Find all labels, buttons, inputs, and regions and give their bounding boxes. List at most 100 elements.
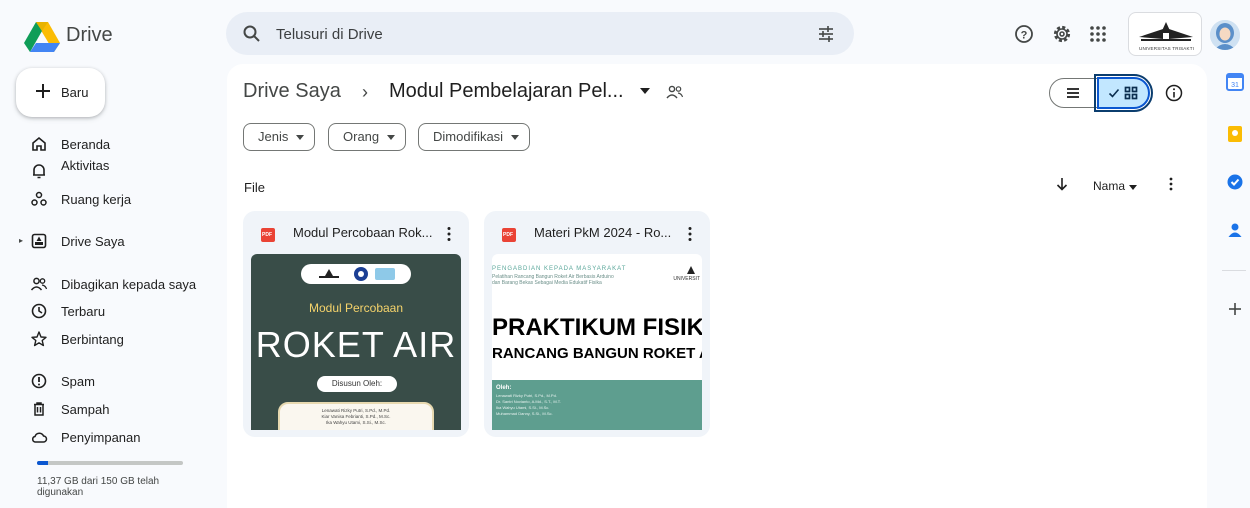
file-title[interactable]: Modul Percobaan Rok... xyxy=(293,225,443,240)
breadcrumb-current-folder[interactable]: Modul Pembelajaran Pel... xyxy=(389,80,624,103)
sidebar-item-ruang-kerja[interactable]: Ruang kerja xyxy=(16,186,216,212)
thumbnail-author: Muhammad Danny, S.Si., M.Sc. xyxy=(496,411,553,416)
chevron-down-icon xyxy=(387,135,396,140)
organization-logo[interactable]: UNIVERSITAS TRISAKTI xyxy=(1128,12,1202,56)
sidebar-item-sampah[interactable]: Sampah xyxy=(16,396,216,422)
search-input[interactable] xyxy=(276,22,796,46)
tasks-icon[interactable] xyxy=(1226,173,1244,191)
grid-view-button[interactable] xyxy=(1094,74,1153,112)
sidebar-item-beranda[interactable]: Beranda xyxy=(16,131,216,157)
spam-report-icon xyxy=(31,373,47,389)
thumbnail-author-label: Oleh: xyxy=(496,385,512,391)
file-type-badge: PDF xyxy=(503,232,513,238)
sidebar-item-label: Berbintang xyxy=(61,332,124,347)
help-icon[interactable]: ? xyxy=(1014,24,1034,44)
thumbnail-university: UNIVERSIT xyxy=(673,276,700,282)
sidebar-item-label: Ruang kerja xyxy=(61,192,132,207)
new-button[interactable]: Baru xyxy=(16,68,105,117)
more-vert-icon[interactable] xyxy=(1163,176,1179,192)
more-vert-icon[interactable] xyxy=(682,225,698,243)
account-avatar[interactable] xyxy=(1210,20,1240,50)
sidebar-item-dibagikan[interactable]: Dibagikan kepada saya xyxy=(16,271,216,297)
sidebar-item-label: Aktivitas xyxy=(61,158,110,173)
new-button-label: Baru xyxy=(61,85,89,100)
contacts-icon[interactable] xyxy=(1226,221,1244,239)
svg-text:31: 31 xyxy=(1231,82,1239,89)
sidebar-item-aktivitas[interactable]: Aktivitas xyxy=(16,158,216,184)
more-vert-icon[interactable] xyxy=(441,225,457,243)
side-panel-divider xyxy=(1222,270,1246,271)
svg-text:?: ? xyxy=(1021,30,1028,42)
thumbnail-subheading-line: dan Barang Bekas Sebagai Media Edukatif … xyxy=(492,280,602,286)
drive-logo-icon[interactable] xyxy=(24,18,60,54)
sort-direction-arrow-icon[interactable] xyxy=(1054,176,1070,192)
settings-icon[interactable] xyxy=(1052,24,1072,44)
user-photo-icon xyxy=(1210,20,1240,50)
sidebar-item-label: Dibagikan kepada saya xyxy=(61,277,197,292)
sidebar-item-terbaru[interactable]: Terbaru xyxy=(16,298,216,324)
thumbnail-authors: Lenawati Rizky Putri, S.Pd., M.Pd. Kiar … xyxy=(278,402,434,430)
workspaces-icon xyxy=(31,191,47,206)
calendar-icon[interactable]: 31 xyxy=(1226,73,1244,91)
cloud-icon xyxy=(31,432,48,443)
filter-tune-icon[interactable] xyxy=(816,24,836,44)
breadcrumb-root[interactable]: Drive Saya xyxy=(243,80,341,103)
app-name[interactable]: Drive xyxy=(66,24,113,47)
thumbnail-authors: Lenawati Rizky Putri, S.Pd., M.Pd. Dr. S… xyxy=(496,393,561,417)
sidebar-item-drive-saya[interactable]: ▸ Drive Saya xyxy=(16,228,216,254)
chevron-down-icon xyxy=(296,135,305,140)
expand-caret-icon[interactable]: ▸ xyxy=(19,236,23,245)
sort-by-name-button[interactable]: Nama xyxy=(1093,179,1125,193)
info-icon[interactable] xyxy=(1164,83,1184,103)
sidebar-item-spam[interactable]: Spam xyxy=(16,368,216,394)
folder-dropdown-icon[interactable] xyxy=(639,86,651,96)
list-view-button[interactable] xyxy=(1050,79,1098,107)
star-icon xyxy=(31,331,47,347)
filter-chip-orang[interactable]: Orang xyxy=(328,123,407,151)
thumbnail-title: PRAKTIKUM FISIK xyxy=(492,314,702,341)
file-type-badge: PDF xyxy=(262,232,272,238)
sidebar-item-label: Drive Saya xyxy=(61,234,125,249)
pdf-file-icon: PDF xyxy=(261,228,275,242)
shared-people-icon xyxy=(30,277,48,291)
filter-chip-jenis[interactable]: Jenis xyxy=(243,123,316,151)
organization-logo-text: UNIVERSITAS TRISAKTI xyxy=(1139,46,1195,51)
file-thumbnail[interactable]: PENGABDIAN KEPADA MASYARAKAT Pelatihan R… xyxy=(492,254,702,430)
keep-icon[interactable] xyxy=(1226,125,1244,143)
search-icon[interactable] xyxy=(242,24,262,44)
sidebar-item-penyimpanan[interactable]: Penyimpanan xyxy=(16,424,216,450)
my-drive-icon xyxy=(31,233,47,249)
search-bar[interactable] xyxy=(226,12,854,55)
sidebar-item-berbintang[interactable]: Berbintang xyxy=(16,326,216,352)
file-thumbnail[interactable]: Modul Percobaan ROKET AIR Disusun Oleh: … xyxy=(251,254,461,430)
file-card[interactable]: PDF Materi PkM 2024 - Ro... PENGABDIAN K… xyxy=(484,211,710,437)
storage-usage-text: 11,37 GB dari 150 GB telah digunakan xyxy=(37,476,160,498)
plus-icon xyxy=(36,84,50,98)
clock-icon xyxy=(31,303,47,319)
storage-usage-fill xyxy=(37,461,49,465)
home-icon xyxy=(32,136,46,151)
chevron-down-icon[interactable] xyxy=(1129,185,1137,190)
add-icon[interactable] xyxy=(1226,300,1244,318)
section-label-files: File xyxy=(244,180,265,195)
breadcrumb-separator: › xyxy=(362,82,368,102)
filter-chip-dimodifikasi[interactable]: Dimodifikasi xyxy=(418,123,531,151)
file-title[interactable]: Materi PkM 2024 - Ro... xyxy=(534,225,684,240)
apps-grid-icon[interactable] xyxy=(1088,24,1108,44)
trash-icon xyxy=(34,402,44,416)
sidebar-item-label: Sampah xyxy=(61,402,110,417)
pdf-file-icon: PDF xyxy=(502,228,516,242)
shared-folder-people-icon[interactable] xyxy=(665,82,685,102)
layout-toggle[interactable] xyxy=(1049,74,1153,112)
university-emblem-icon xyxy=(687,266,695,274)
sidebar-item-label: Beranda xyxy=(61,137,111,152)
file-card[interactable]: PDF Modul Percobaan Rok... Modul Percoba… xyxy=(243,211,469,437)
chevron-down-icon xyxy=(511,135,520,140)
list-view-icon xyxy=(1067,88,1079,98)
check-icon xyxy=(1108,88,1120,98)
filter-chip-label: Orang xyxy=(343,129,380,144)
thumbnail-title: ROKET AIR xyxy=(255,324,457,365)
sidebar-item-label: Spam xyxy=(61,374,95,389)
thumbnail-author-label: Disusun Oleh: xyxy=(317,376,397,392)
filter-chip-label: Dimodifikasi xyxy=(433,129,504,144)
